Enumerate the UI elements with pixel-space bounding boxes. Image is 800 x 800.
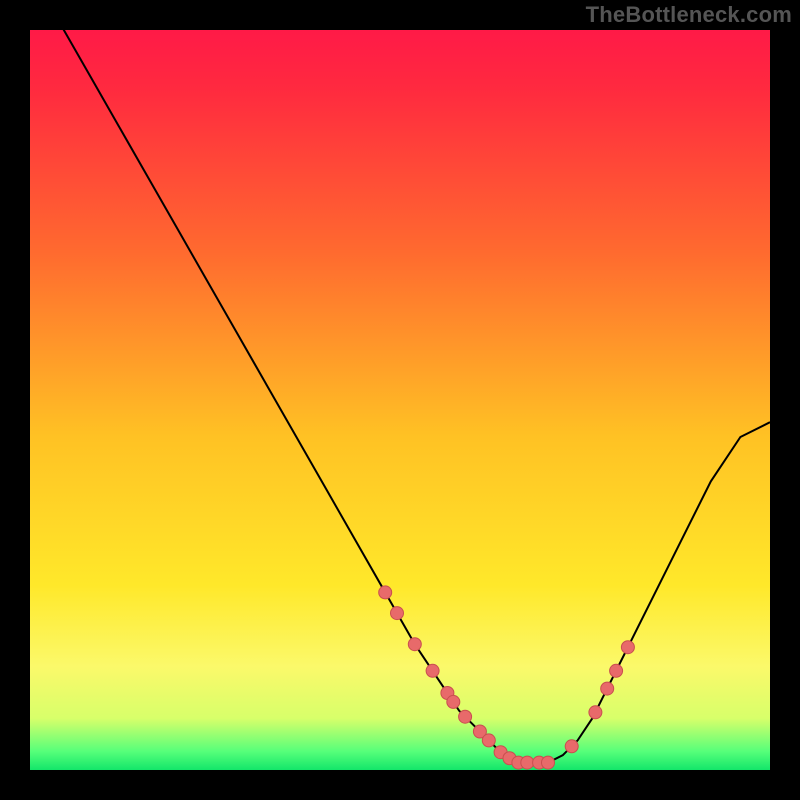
bottleneck-chart (0, 0, 800, 800)
curve-marker (426, 664, 439, 677)
curve-marker (521, 756, 534, 769)
curve-marker (621, 641, 634, 654)
curve-marker (459, 710, 472, 723)
curve-marker (482, 734, 495, 747)
curve-marker (408, 638, 421, 651)
curve-marker (542, 756, 555, 769)
chart-frame: TheBottleneck.com (0, 0, 800, 800)
attribution-watermark: TheBottleneck.com (586, 2, 792, 28)
curve-marker (379, 586, 392, 599)
curve-marker (601, 682, 614, 695)
curve-marker (610, 664, 623, 677)
curve-marker (447, 695, 460, 708)
curve-marker (565, 740, 578, 753)
curve-marker (391, 607, 404, 620)
plot-background (30, 30, 770, 770)
curve-marker (589, 706, 602, 719)
